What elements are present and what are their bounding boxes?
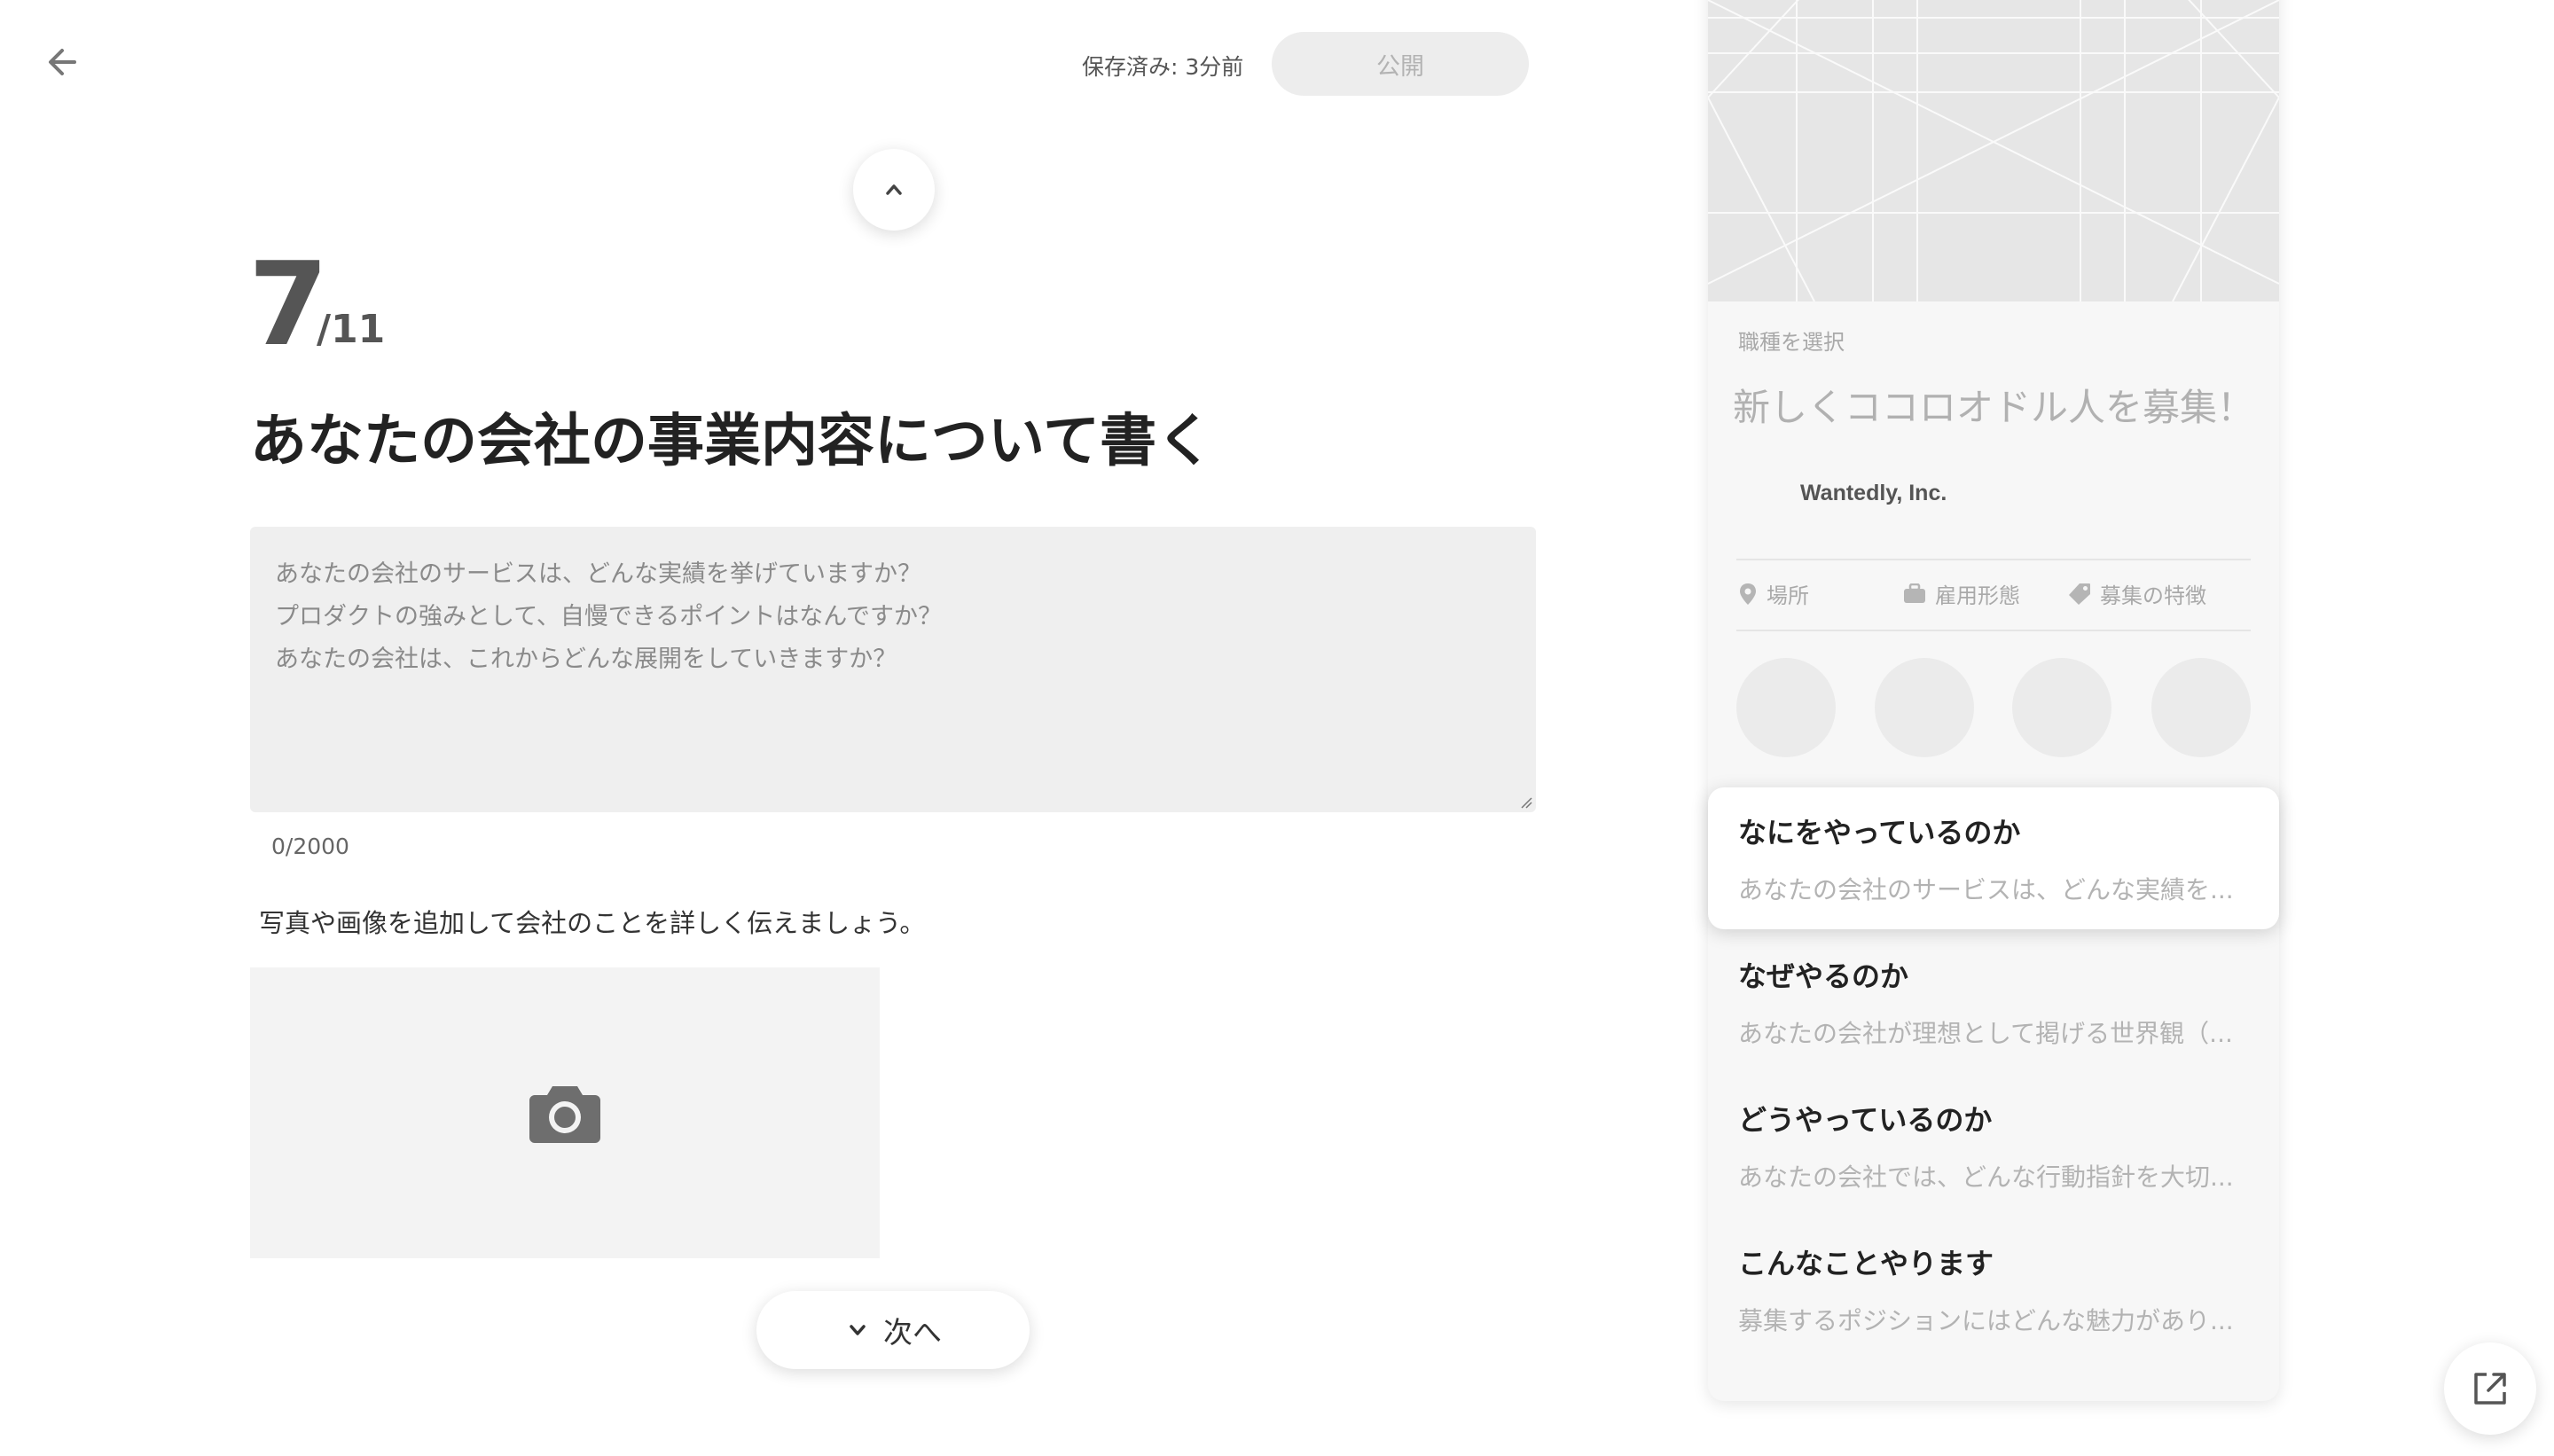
- camera-icon: [529, 1086, 600, 1143]
- chevron-down-icon: [850, 1325, 866, 1335]
- arrow-left-icon: [49, 49, 76, 75]
- map-pin-icon: [1740, 583, 1756, 605]
- placeholder-line: プロダクトの強みとして、自慢できるポイントはなんですか？: [275, 603, 942, 630]
- meta-label: 場所: [1767, 583, 1809, 608]
- tag-icon: [2069, 583, 2090, 605]
- job-category-placeholder: 職種を選択: [1738, 330, 1845, 355]
- section-title: どうやっているのか: [1738, 1103, 1993, 1137]
- placeholder-line: あなたの会社のサービスは、どんな実績を挙げていますか？: [275, 560, 921, 588]
- photo-upload-area[interactable]: [250, 967, 880, 1258]
- member-avatar-placeholder: [2151, 658, 2251, 757]
- section-text: あなたの会社では、どんな行動指針を大切...: [1738, 1162, 2234, 1192]
- publish-button[interactable]: 公開: [1272, 32, 1529, 96]
- preview-section-what[interactable]: なにをやっているのか あなたの会社のサービスは、どんな実績を...: [1708, 787, 2279, 929]
- section-title: なぜやるのか: [1738, 959, 1909, 993]
- image-placeholder-graphic: [1708, 0, 2279, 301]
- preview-section-how[interactable]: どうやっているのか あなたの会社では、どんな行動指針を大切...: [1708, 1075, 2279, 1217]
- preview-headline: 新しくココロオドル人を募集！: [1733, 386, 2255, 429]
- previous-step-button[interactable]: [853, 149, 935, 231]
- step-total: /11: [317, 307, 386, 352]
- character-count: 0/2000: [271, 834, 349, 859]
- section-title: こんなことやります: [1738, 1247, 1994, 1280]
- placeholder-line: あなたの会社は、これからどんな展開をしていきますか？: [275, 646, 897, 673]
- section-text: あなたの会社が理想として掲げる世界観（...: [1738, 1019, 2233, 1048]
- member-avatar-placeholder: [2012, 658, 2111, 757]
- member-avatar-placeholder: [1875, 658, 1974, 757]
- meta-features: 募集の特徴: [2068, 578, 2206, 609]
- meta-label: 雇用形態: [1935, 583, 2020, 608]
- preview-panel: 職種を選択 新しくココロオドル人を募集！ Wantedly, Inc. 場所 雇…: [1708, 0, 2279, 1401]
- chevron-up-icon: [886, 184, 902, 195]
- open-preview-button[interactable]: [2444, 1342, 2536, 1435]
- saved-status: 保存済み: 3分前: [1082, 54, 1244, 80]
- photo-hint: 写真や画像を追加して会社のことを詳しく伝えましょう。: [259, 908, 926, 938]
- external-link-icon: [2474, 1373, 2506, 1405]
- section-title: なにをやっているのか: [1738, 816, 2021, 849]
- section-text: あなたの会社のサービスは、どんな実績を...: [1738, 875, 2234, 904]
- section-text: 募集するポジションにはどんな魅力があり...: [1738, 1306, 2234, 1335]
- meta-label: 募集の特徴: [2100, 583, 2206, 608]
- page-title: あなたの会社の事業内容について書く: [250, 409, 1214, 474]
- next-button[interactable]: 次へ: [756, 1291, 1030, 1369]
- next-label: 次へ: [883, 1315, 942, 1350]
- cover-image-placeholder: [1708, 0, 2279, 301]
- meta-employment-type: 雇用形態: [1903, 578, 2020, 609]
- resize-handle-icon[interactable]: [1518, 795, 1532, 809]
- preview-section-why[interactable]: なぜやるのか あなたの会社が理想として掲げる世界観（...: [1708, 931, 2279, 1073]
- divider: [1736, 559, 2251, 560]
- preview-section-role[interactable]: こんなことやります 募集するポジションにはどんな魅力があり...: [1708, 1218, 2279, 1360]
- divider: [1736, 630, 2251, 631]
- briefcase-icon: [1904, 583, 1925, 603]
- meta-location: 場所: [1738, 578, 1809, 609]
- member-avatar-placeholder: [1736, 658, 1836, 757]
- back-button[interactable]: [35, 35, 89, 89]
- business-description-textarea[interactable]: あなたの会社のサービスは、どんな実績を挙げていますか？ プロダクトの強みとして、…: [250, 527, 1536, 812]
- company-name: Wantedly, Inc.: [1800, 481, 1947, 505]
